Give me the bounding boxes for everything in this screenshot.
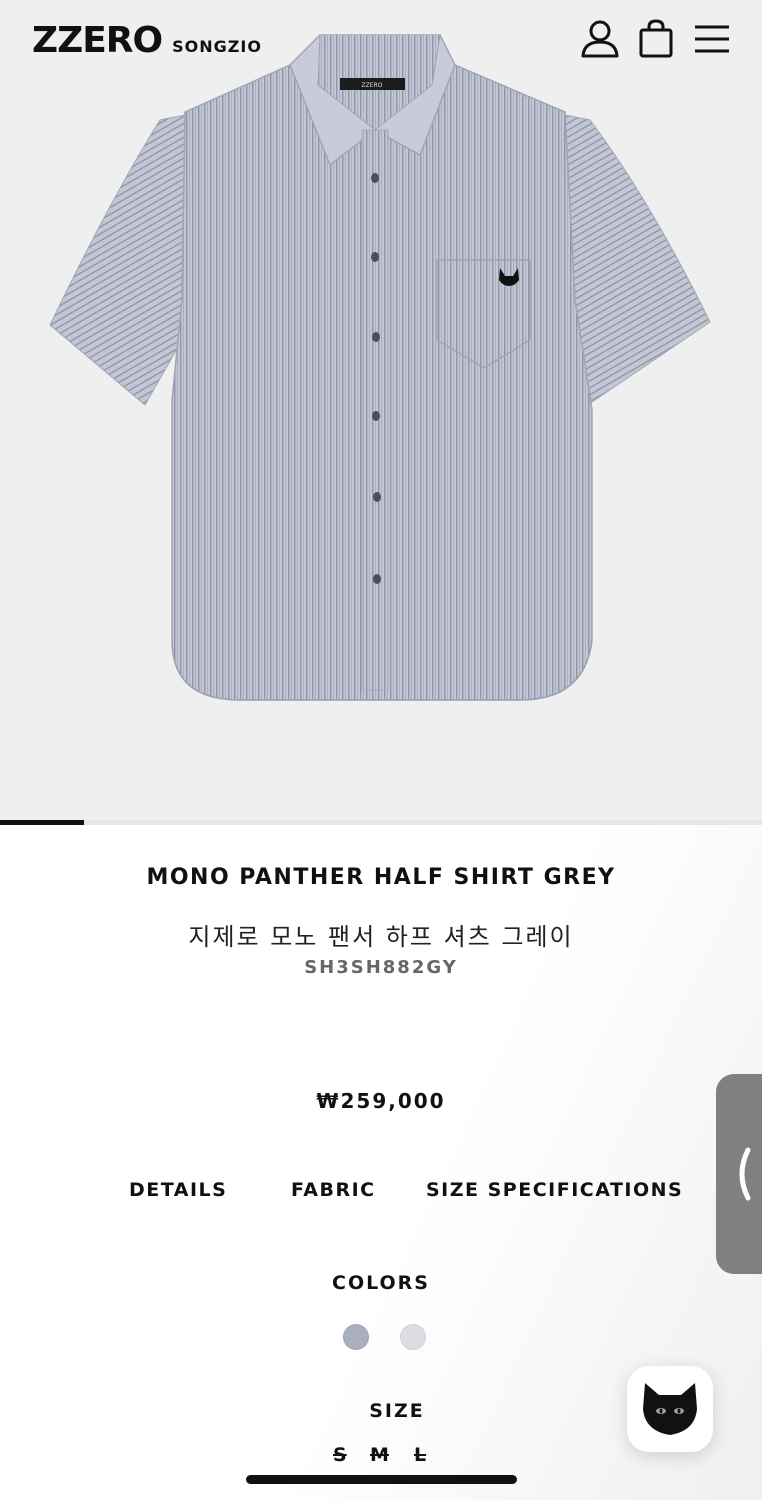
brand-logo[interactable]: ZZERO SONGZIO bbox=[32, 20, 262, 61]
size-option-m[interactable]: M bbox=[370, 1444, 389, 1466]
side-drawer-tab[interactable] bbox=[716, 1074, 762, 1274]
product-gallery[interactable]: ZZERO ZZERO SONGZIO bbox=[0, 0, 762, 820]
chat-button[interactable] bbox=[627, 1366, 713, 1452]
size-option-s[interactable]: S bbox=[333, 1444, 347, 1466]
home-indicator bbox=[246, 1475, 517, 1484]
size-option-l[interactable]: L bbox=[414, 1444, 426, 1466]
colors-label: COLORS bbox=[332, 1272, 430, 1294]
tab-fabric[interactable]: FABRIC bbox=[291, 1179, 376, 1201]
user-icon[interactable] bbox=[580, 18, 620, 60]
product-price: ₩259,000 bbox=[316, 1089, 446, 1113]
color-swatch-grey[interactable] bbox=[343, 1324, 369, 1350]
tab-details[interactable]: DETAILS bbox=[129, 1179, 227, 1201]
logo-main-text: ZZERO bbox=[32, 20, 163, 61]
chevron-left-icon bbox=[739, 1147, 751, 1201]
product-title-korean: 지제로 모노 팬서 하프 셔츠 그레이 bbox=[188, 923, 574, 951]
product-sku: SH3SH882GY bbox=[304, 957, 458, 978]
product-image: ZZERO bbox=[49, 34, 711, 701]
hamburger-menu-icon[interactable] bbox=[692, 18, 732, 60]
color-swatch-white[interactable] bbox=[400, 1324, 426, 1350]
shirt-right-sleeve bbox=[564, 114, 711, 403]
site-header: ZZERO SONGZIO bbox=[0, 0, 762, 80]
shopping-bag-icon[interactable] bbox=[636, 18, 676, 60]
panther-head-icon bbox=[643, 1383, 697, 1435]
shirt-left-sleeve bbox=[49, 114, 186, 406]
product-tabs: DETAILS FABRIC SIZE SPECIFICATIONS bbox=[0, 1179, 762, 1209]
product-title: MONO PANTHER HALF SHIRT GREY bbox=[146, 865, 616, 890]
tab-size-specifications[interactable]: SIZE SPECIFICATIONS bbox=[426, 1179, 683, 1201]
shirt-neck-label: ZZERO bbox=[362, 82, 383, 89]
logo-sub-text: SONGZIO bbox=[172, 37, 262, 56]
shirt-placket bbox=[361, 129, 389, 691]
